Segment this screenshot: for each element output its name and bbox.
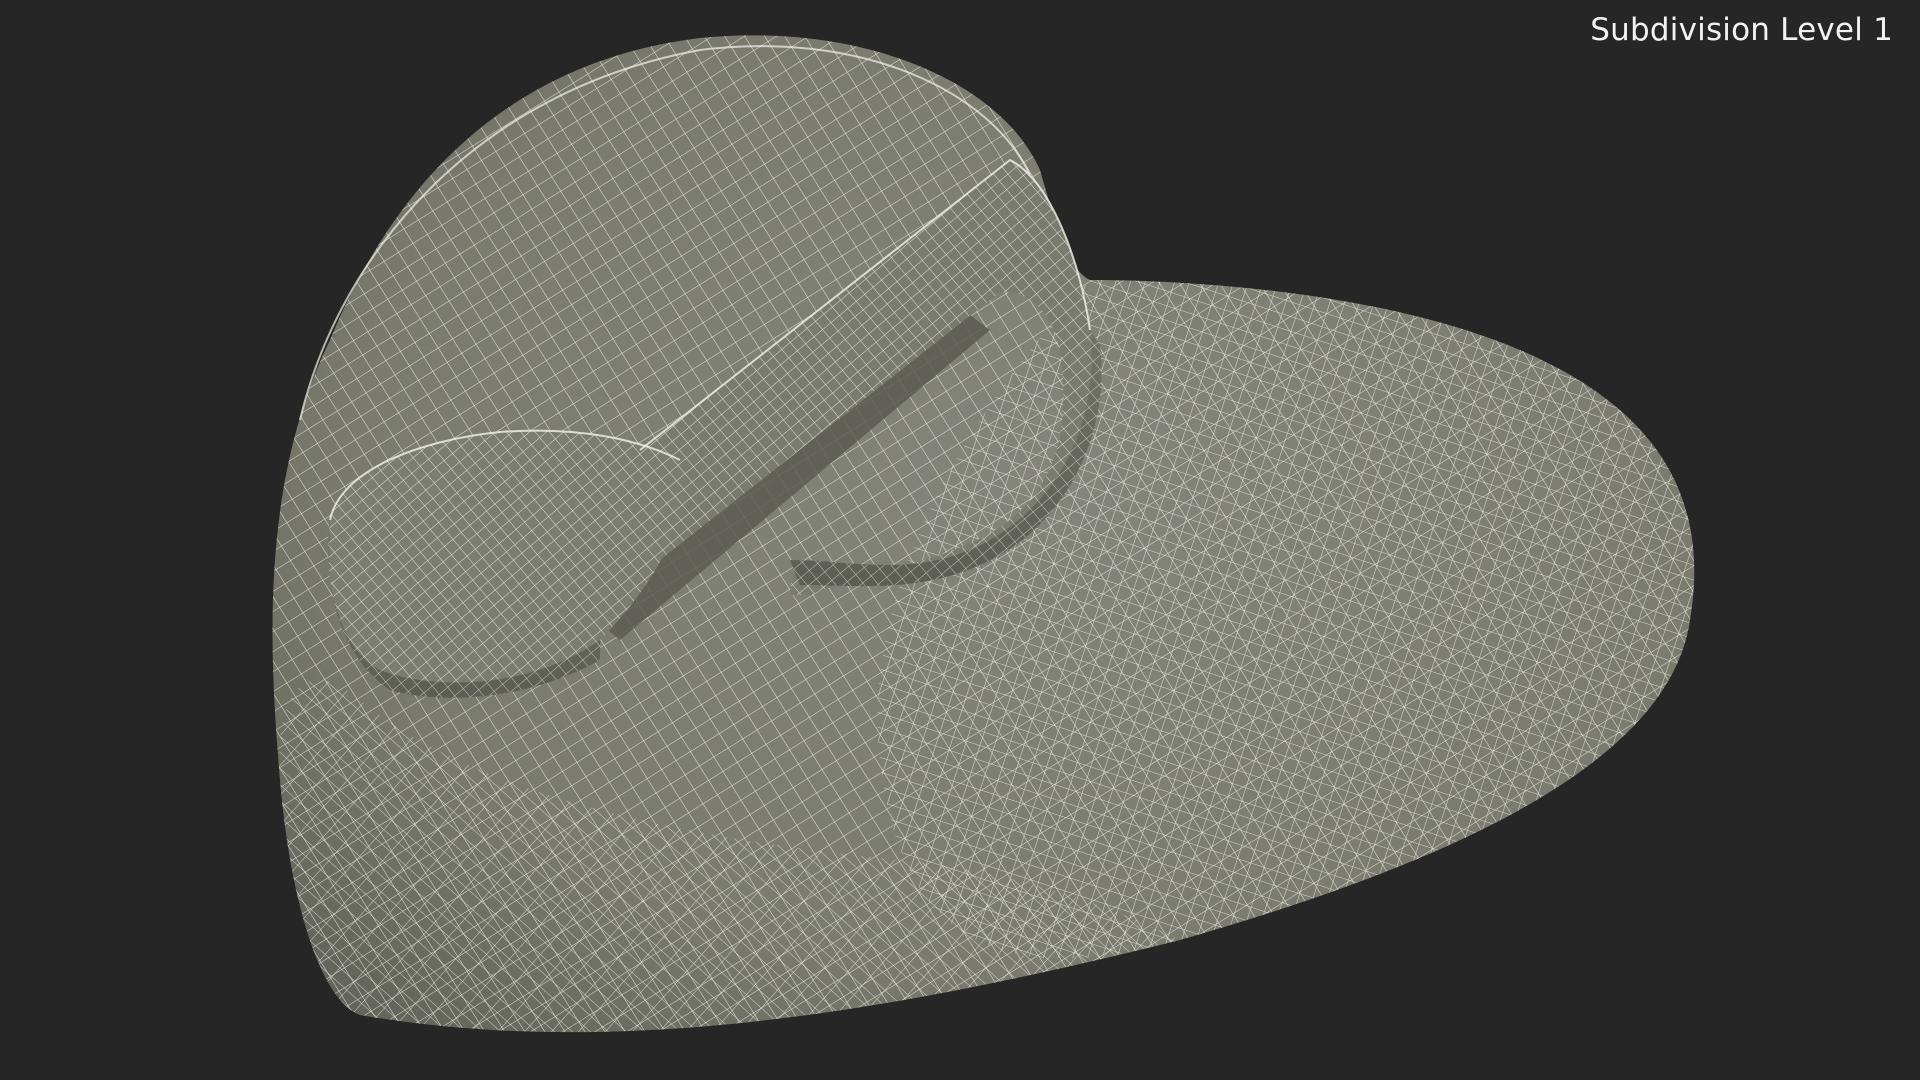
model-render bbox=[272, 35, 1695, 1033]
3d-viewport[interactable]: Subdivision Level 1 bbox=[0, 0, 1920, 1080]
subdivision-level-label: Subdivision Level 1 bbox=[1590, 12, 1893, 48]
